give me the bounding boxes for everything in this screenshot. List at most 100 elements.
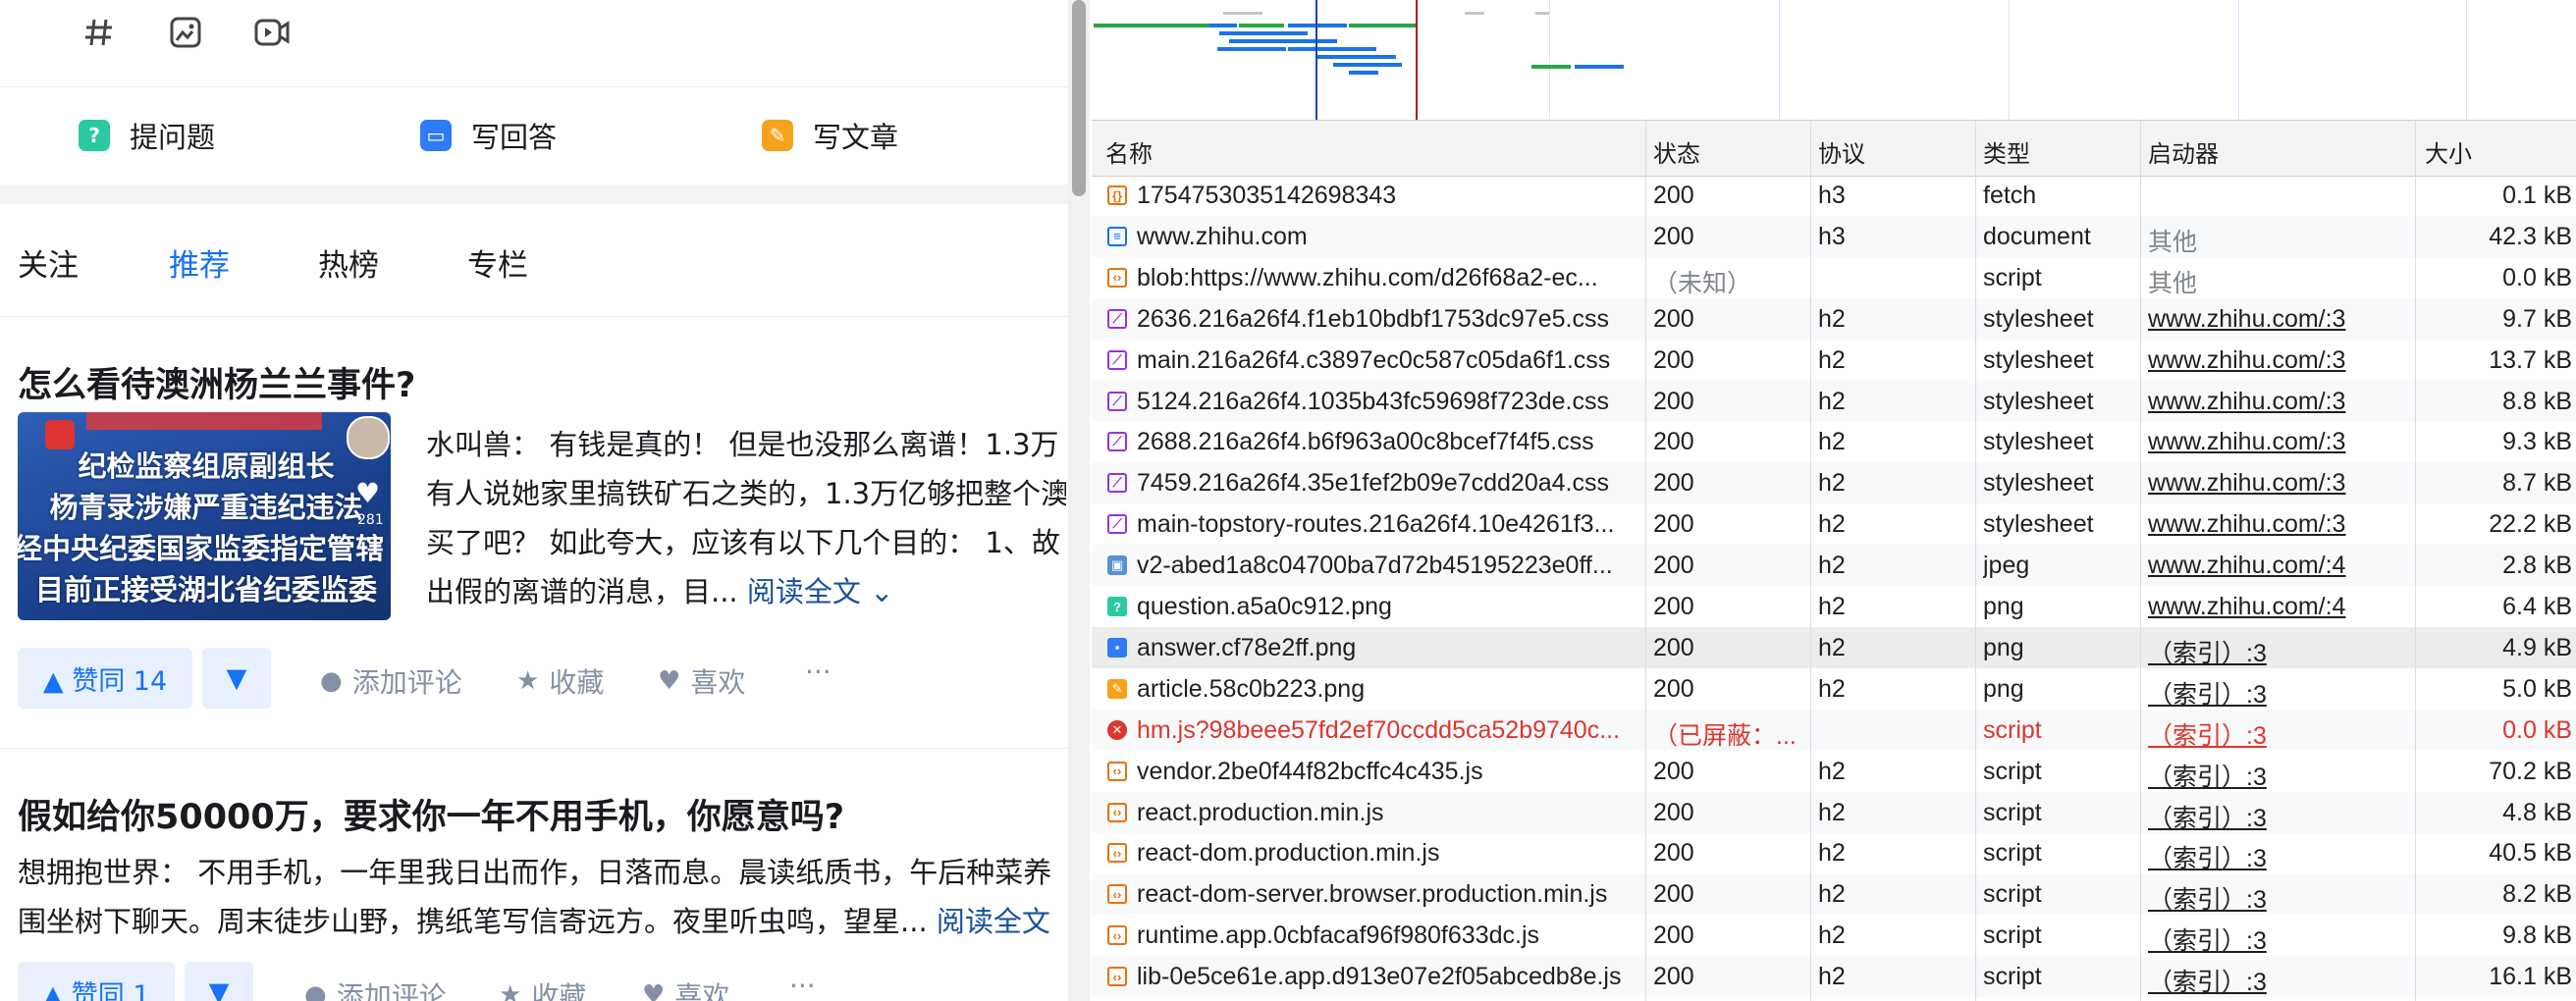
cell-proto: h2 (1818, 345, 1846, 374)
cell-init[interactable]: www.zhihu.com/:4 (2148, 593, 2405, 621)
video-icon[interactable] (253, 14, 291, 51)
upvote-button[interactable]: ▲ 赞同 1 (18, 962, 175, 1001)
network-overview-timeline[interactable] (1092, 0, 2576, 120)
cell-type: script (1983, 839, 2042, 868)
hashtag-icon[interactable] (80, 14, 118, 51)
favorite-button[interactable]: ★ 收藏 (499, 975, 586, 1001)
cell-init[interactable]: （索引）:3 (2148, 758, 2405, 793)
column-divider[interactable] (2415, 120, 2416, 1001)
cell-init[interactable]: （索引）:3 (2148, 716, 2405, 752)
cell-init[interactable]: www.zhihu.com/:3 (2148, 428, 2405, 456)
request-row[interactable]: ✎ article.58c0b223.png 200 h2 png （索引）:3 5.0 k… (1092, 668, 2576, 710)
cell-init[interactable]: www.zhihu.com/:3 (2148, 388, 2405, 416)
cell-status: 200 (1653, 674, 1694, 703)
request-row[interactable]: ▣ v2-abed1a8c04700ba7d72b45195223e0ff... 2… (1092, 545, 2576, 587)
cell-status: 200 (1653, 182, 1694, 209)
request-row[interactable]: ‹› runtime.app.0cbfacaf96f980f633dc.js 200… (1092, 915, 2576, 956)
cell-init: 其他 (2148, 228, 2198, 256)
cell-status: 200 (1653, 633, 1694, 661)
read-more-link[interactable]: 阅读全文 ⌄ (747, 575, 894, 608)
column-header-initiator[interactable]: 启动器 (2148, 134, 2219, 169)
request-row[interactable]: ⟋ 7459.216a26f4.35e1fef2b09e7cdd20a4.css 2… (1092, 462, 2576, 504)
more-button[interactable]: ··· (805, 656, 832, 688)
cell-init[interactable]: www.zhihu.com/:3 (2148, 469, 2405, 498)
cell-init[interactable]: （索引）:3 (2148, 799, 2405, 834)
scrollbar-thumb[interactable] (1072, 0, 1086, 196)
file-css-icon: ⟋ (1107, 473, 1127, 494)
like-button[interactable]: ♥ 喜欢 (642, 975, 729, 1001)
request-row[interactable]: ‹› blob:https://www.zhihu.com/d26f68a2-ec… (1092, 257, 2576, 298)
cell-proto: h2 (1818, 387, 1846, 415)
column-header-status[interactable]: 状态 (1653, 134, 1700, 169)
file-error-icon: ✕ (1107, 719, 1127, 740)
cell-name: www.zhihu.com (1137, 222, 1308, 250)
favorite-button[interactable]: ★ 收藏 (516, 661, 604, 701)
cell-size: 5.0 kB (2502, 674, 2572, 703)
write-article-button[interactable]: ✎ 写文章 (762, 113, 898, 158)
cell-init[interactable]: （索引）:3 (2148, 675, 2405, 711)
column-header-name[interactable]: 名称 (1105, 134, 1153, 169)
request-row[interactable]: ⟋ main.216a26f4.c3897ec0c587c05da6f1.css 2… (1092, 340, 2576, 381)
upvote-button[interactable]: ▲ 赞同 14 (18, 648, 192, 709)
column-header-type[interactable]: 类型 (1983, 134, 2030, 169)
request-row[interactable]: ⟋ 5124.216a26f4.1035b43fc59698f723de.css 2… (1092, 380, 2576, 422)
file-script-icon: ‹› (1107, 761, 1127, 781)
request-row[interactable]: ‹› lib-0e5ce61e.app.d913e07e2f05abcedb8e.… (1092, 956, 2576, 998)
like-button[interactable]: ♥ 喜欢 (658, 661, 745, 701)
request-row[interactable]: ⟋ 2636.216a26f4.f1eb10bdbf1753dc97e5.css 2… (1092, 297, 2576, 340)
cell-init[interactable]: www.zhihu.com/:3 (2148, 305, 2405, 334)
column-divider[interactable] (1645, 120, 1646, 1001)
column-header-protocol[interactable]: 协议 (1818, 134, 1865, 169)
more-button[interactable]: ··· (789, 970, 816, 1001)
request-row[interactable]: ✕ hm.js?98beee57fd2ef70ccdd5ca52b9740c...… (1092, 709, 2576, 752)
cell-init[interactable]: （索引）:3 (2148, 634, 2405, 669)
cell-init[interactable]: www.zhihu.com/:3 (2148, 346, 2405, 375)
answer-thumbnail[interactable]: 纪检监察组原副组长 杨青录涉嫌严重违纪违法 经中央纪委国家监委指定管辖 目前正接… (18, 412, 391, 620)
cell-init[interactable]: www.zhihu.com/:4 (2148, 552, 2405, 580)
cell-size: 0.0 kB (2502, 715, 2572, 744)
column-header-size[interactable]: 大小 (2425, 134, 2472, 169)
request-row[interactable]: ‹› react.production.min.js 200 h2 script （索引）… (1092, 791, 2576, 834)
cell-status: （未知） (1653, 269, 1752, 297)
column-divider[interactable] (1975, 120, 1976, 1001)
answer-excerpt[interactable]: 水叫兽： 有钱是真的！ 但是也没那么离谱！1.3万 有人说她家里搞铁矿石之类的，… (426, 420, 1066, 616)
request-row[interactable]: {} 1754753035142698343 200 h3 fetch 0.1 kB (1092, 175, 2576, 216)
tab-recommend[interactable]: 推荐 (169, 240, 230, 285)
comment-button[interactable]: ● 添加评论 (304, 975, 447, 1001)
read-more-link[interactable]: 阅读全文 (937, 905, 1050, 938)
tab-follow[interactable]: 关注 (18, 240, 79, 285)
cell-proto: h2 (1818, 510, 1846, 539)
request-row[interactable]: ‹› react-dom-server.browser.production.mi… (1092, 873, 2576, 916)
tab-hot[interactable]: 热榜 (318, 240, 379, 285)
cell-type: script (1983, 715, 2042, 744)
file-css-icon: ⟋ (1107, 514, 1127, 535)
file-png-q-icon: ? (1107, 597, 1127, 616)
answer-excerpt[interactable]: 想拥抱世界： 不用手机，一年里我日出而作，日落而息。晨读纸质书，午后种菜养 围坐… (18, 848, 1068, 946)
request-row[interactable]: ‹› vendor.2be0f44f82bcffc4c435.js 200 h2 scr… (1092, 751, 2576, 792)
downvote-button[interactable]: ▼ (202, 648, 271, 709)
file-css-icon: ⟋ (1107, 349, 1127, 370)
request-row[interactable]: ? question.a5a0c912.png 200 h2 png www.zhihu.… (1092, 586, 2576, 627)
cell-type: png (1983, 633, 2024, 661)
question-title[interactable]: 假如给你50000万，要求你一年不用手机，你愿意吗? (18, 789, 844, 839)
cell-status: 200 (1653, 593, 1694, 620)
cell-init[interactable]: （索引）:3 (2148, 880, 2405, 916)
cell-init[interactable]: （索引）:3 (2148, 839, 2405, 874)
downvote-button[interactable]: ▼ (185, 962, 253, 1001)
tab-column[interactable]: 专栏 (467, 240, 528, 285)
ask-question-button[interactable]: ? 提问题 (79, 113, 215, 158)
cell-init[interactable]: （索引）:3 (2148, 963, 2405, 998)
write-answer-button[interactable]: ▭ 写回答 (420, 113, 557, 158)
cell-init[interactable]: www.zhihu.com/:3 (2148, 510, 2405, 539)
question-title[interactable]: 怎么看待澳洲杨兰兰事件? (18, 357, 415, 407)
request-row[interactable]: ≡ www.zhihu.com 200 h3 document 其他 42.3 kB (1092, 215, 2576, 257)
cell-init[interactable]: （索引）:3 (2148, 922, 2405, 957)
request-row[interactable]: ‹› react-dom.production.min.js 200 h2 script… (1092, 832, 2576, 873)
image-icon[interactable] (167, 14, 204, 51)
request-row[interactable]: ⟋ 2688.216a26f4.b6f963a00c8bcef7f4f5.css 2… (1092, 421, 2576, 462)
comment-button[interactable]: ● 添加评论 (320, 661, 462, 701)
request-row[interactable]: ▪ answer.cf78e2ff.png 200 h2 png （索引）:3 4.9 kB (1092, 626, 2576, 669)
column-divider[interactable] (1810, 120, 1811, 1001)
request-row[interactable]: ⟋ main-topstory-routes.216a26f4.10e4261f3… (1092, 503, 2576, 545)
column-divider[interactable] (2140, 120, 2141, 1001)
